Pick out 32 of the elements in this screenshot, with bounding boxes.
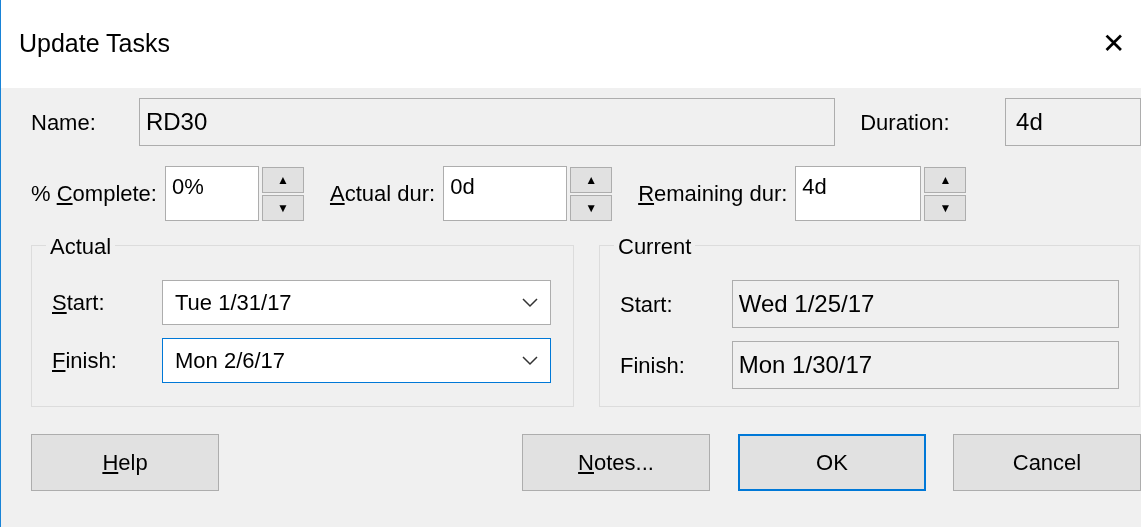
spinner-label: Actual dur: <box>329 180 436 208</box>
spin-up-button[interactable]: ▲ <box>261 166 304 193</box>
chevron-down-icon <box>522 297 538 308</box>
spinner-label: Remaining dur: <box>638 180 788 208</box>
date-label: Finish: <box>52 347 118 375</box>
spinner-field[interactable]: 4d <box>795 166 922 221</box>
dialog-button[interactable]: OK <box>738 434 926 491</box>
spinner-field[interactable]: 0% <box>164 166 259 221</box>
spin-down-button[interactable]: ▼ <box>570 194 613 221</box>
window-title: Update Tasks <box>19 28 170 60</box>
date-field: Wed 1/25/17 <box>731 280 1119 328</box>
spinner-field[interactable]: 0d <box>443 166 568 221</box>
date-label: Start: <box>620 290 674 319</box>
dialog-button[interactable]: Cancel <box>953 434 1141 491</box>
chevron-down-icon <box>522 355 538 366</box>
duration-label: Duration: <box>860 108 951 137</box>
spin-down-button[interactable]: ▼ <box>261 194 304 221</box>
spin-up-button[interactable]: ▲ <box>570 166 613 193</box>
date-dropdown[interactable]: Tue 1/31/17 <box>162 280 551 325</box>
close-button[interactable]: ✕ <box>1102 30 1125 58</box>
name-label: Name: <box>31 108 97 137</box>
dialog-button[interactable]: Help <box>31 434 219 491</box>
dialog-button[interactable]: Notes... <box>522 434 710 491</box>
date-label: Start: <box>52 289 106 317</box>
date-label: Finish: <box>620 351 686 380</box>
spin-down-button[interactable]: ▼ <box>924 194 967 221</box>
date-field: Mon 1/30/17 <box>731 341 1119 389</box>
name-field[interactable]: RD30 <box>138 98 836 146</box>
duration-field[interactable]: 4d <box>1005 98 1141 146</box>
spin-up-button[interactable]: ▲ <box>924 166 967 193</box>
date-dropdown[interactable]: Mon 2/6/17 <box>162 338 551 383</box>
spinner-label: % Complete: <box>31 180 157 208</box>
